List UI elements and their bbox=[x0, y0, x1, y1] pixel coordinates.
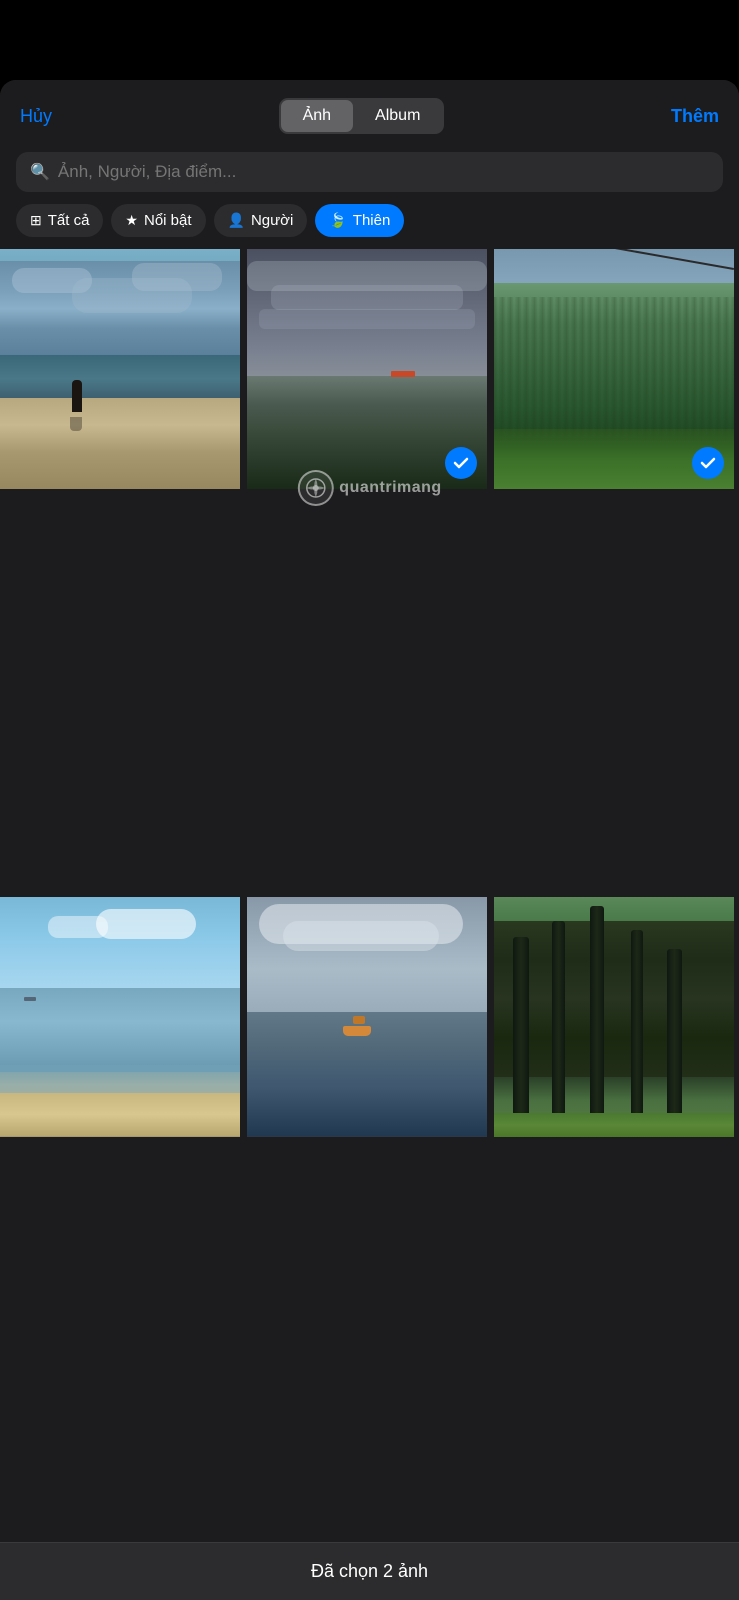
filter-tab-featured-label: Nổi bật bbox=[144, 212, 192, 229]
photo-cell-1[interactable] bbox=[0, 249, 240, 489]
filter-tab-people-label: Người bbox=[251, 212, 293, 229]
filter-tab-nature[interactable]: 🍃 Thiên bbox=[315, 204, 404, 237]
photo-grid bbox=[0, 249, 739, 1542]
bottom-bar: Đã chọn 2 ảnh bbox=[0, 1542, 739, 1600]
filter-tabs: ⊞ Tất cả ★ Nổi bật 👤 Người 🍃 Thiên bbox=[0, 204, 739, 249]
search-icon: 🔍 bbox=[30, 162, 50, 182]
star-icon: ★ bbox=[125, 212, 138, 229]
filter-tab-all-label: Tất cả bbox=[48, 212, 90, 229]
person-icon: 👤 bbox=[228, 212, 245, 229]
segment-photos[interactable]: Ảnh bbox=[281, 100, 353, 132]
add-button[interactable]: Thêm bbox=[671, 106, 719, 127]
photo-cell-6[interactable] bbox=[494, 897, 734, 1137]
search-bar: 🔍 bbox=[16, 152, 723, 192]
filter-tab-people[interactable]: 👤 Người bbox=[214, 204, 308, 237]
filter-tab-nature-label: Thiên bbox=[353, 212, 391, 229]
photo-cell-5[interactable] bbox=[247, 897, 487, 1137]
photo-cell-4[interactable] bbox=[0, 897, 240, 1137]
leaf-icon: 🍃 bbox=[329, 212, 346, 229]
photo-picker-header: Hủy Ảnh Album Thêm bbox=[0, 80, 739, 148]
selected-count-text: Đã chọn 2 ảnh bbox=[311, 1561, 428, 1582]
cancel-button[interactable]: Hủy bbox=[20, 106, 52, 127]
segment-control: Ảnh Album bbox=[279, 98, 445, 134]
photo-cell-3[interactable] bbox=[494, 249, 734, 489]
photo-3-check bbox=[692, 447, 724, 479]
filter-tab-featured[interactable]: ★ Nổi bật bbox=[111, 204, 205, 237]
photo-2-check bbox=[445, 447, 477, 479]
search-input[interactable] bbox=[58, 162, 709, 182]
photo-cell-2[interactable] bbox=[247, 249, 487, 489]
segment-albums[interactable]: Album bbox=[353, 100, 442, 132]
filter-tab-all[interactable]: ⊞ Tất cả bbox=[16, 204, 103, 237]
grid-icon: ⊞ bbox=[30, 212, 42, 229]
